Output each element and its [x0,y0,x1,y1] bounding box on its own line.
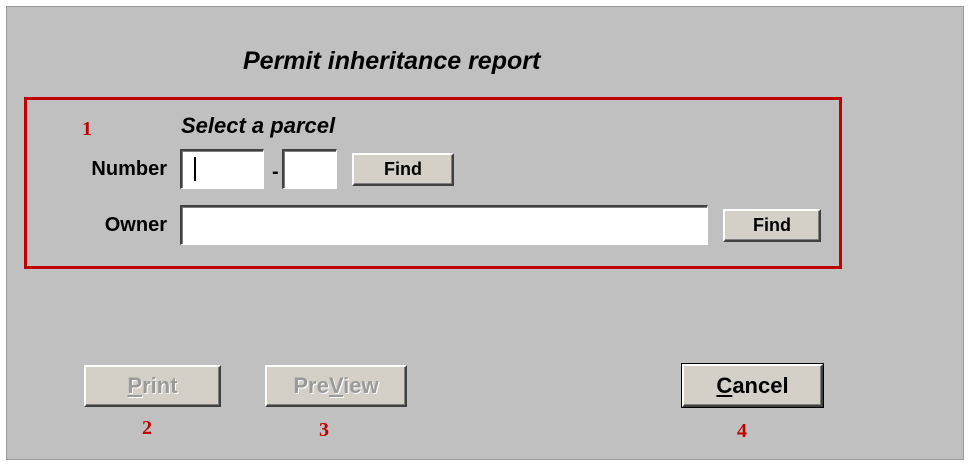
preview-button[interactable]: PreView [265,365,407,407]
owner-field[interactable] [180,205,708,245]
dialog-title: Permit inheritance report [243,47,541,75]
marker-4: 4 [737,420,747,442]
report-dialog: Permit inheritance report 1 Select a par… [6,6,964,460]
preview-mnemonic: V [328,373,344,398]
print-button[interactable]: Print [84,365,221,407]
number-find-button[interactable]: Find [352,153,454,186]
owner-find-button[interactable]: Find [723,209,821,242]
owner-find-button-label: Find [753,215,791,235]
number-find-button-label: Find [384,159,422,179]
parcel-number-part2-field[interactable] [282,149,337,189]
number-separator: - [272,161,279,183]
marker-3: 3 [319,419,329,441]
marker-1: 1 [82,118,92,140]
cancel-button[interactable]: Cancel [681,363,824,408]
number-label: Number [91,158,167,180]
marker-2: 2 [142,417,152,439]
preview-button-label-pre: Pre [293,373,329,398]
owner-label: Owner [104,214,167,236]
parcel-number-part1-field[interactable] [180,149,264,189]
parcel-section-title: Select a parcel [181,113,336,138]
print-button-label-rest: rint [142,373,178,398]
preview-button-label-post: iew [343,373,379,398]
print-mnemonic: P [127,373,143,398]
cancel-button-label-rest: ancel [732,372,789,398]
cancel-mnemonic: C [716,372,733,398]
text-caret [194,157,196,181]
